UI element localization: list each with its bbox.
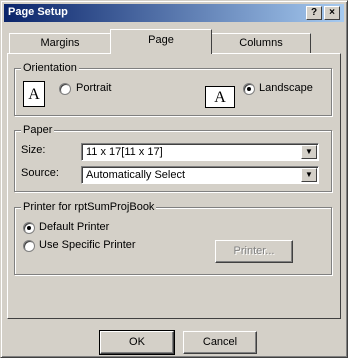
size-select[interactable]: 11 x 17[11 x 17] ▼ (81, 143, 319, 161)
paper-group: Paper Size: 11 x 17[11 x 17] ▼ Source: A… (14, 124, 332, 192)
paper-legend: Paper (21, 124, 55, 136)
close-button[interactable]: × (324, 6, 340, 20)
cancel-button[interactable]: Cancel (183, 331, 257, 354)
portrait-radio[interactable] (59, 83, 71, 95)
default-printer-label[interactable]: Default Printer (39, 221, 109, 233)
orientation-group: Orientation A Portrait A Landscape (14, 62, 332, 116)
landscape-radio[interactable] (243, 83, 255, 95)
page-setup-dialog: Page Setup ? × Margins Page Columns Orie… (0, 0, 348, 358)
help-button[interactable]: ? (306, 6, 322, 20)
printer-legend: Printer for rptSumProjBook (21, 201, 157, 213)
page-tab-panel: Orientation A Portrait A Landscape Paper… (7, 53, 341, 319)
default-printer-radio[interactable] (23, 222, 35, 234)
chevron-down-icon[interactable]: ▼ (301, 168, 317, 182)
specific-printer-radio[interactable] (23, 240, 35, 252)
source-value: Automatically Select (86, 169, 186, 181)
title-bar: Page Setup ? × (4, 4, 344, 22)
portrait-icon: A (23, 81, 45, 107)
landscape-icon: A (205, 86, 235, 108)
portrait-label[interactable]: Portrait (76, 82, 111, 94)
orientation-legend: Orientation (21, 62, 79, 74)
tab-margins[interactable]: Margins (9, 33, 111, 53)
printer-button[interactable]: Printer... (215, 240, 293, 263)
tab-page[interactable]: Page (110, 29, 212, 54)
size-value: 11 x 17[11 x 17] (86, 146, 163, 158)
size-label: Size: (21, 144, 46, 156)
tab-columns[interactable]: Columns (211, 33, 311, 53)
specific-printer-label[interactable]: Use Specific Printer (39, 239, 136, 251)
source-label: Source: (21, 167, 59, 179)
landscape-label[interactable]: Landscape (259, 82, 313, 94)
ok-button[interactable]: OK (99, 330, 175, 355)
dialog-title: Page Setup (8, 6, 68, 18)
printer-group: Printer for rptSumProjBook Default Print… (14, 201, 332, 275)
source-select[interactable]: Automatically Select ▼ (81, 166, 319, 184)
chevron-down-icon[interactable]: ▼ (301, 145, 317, 159)
